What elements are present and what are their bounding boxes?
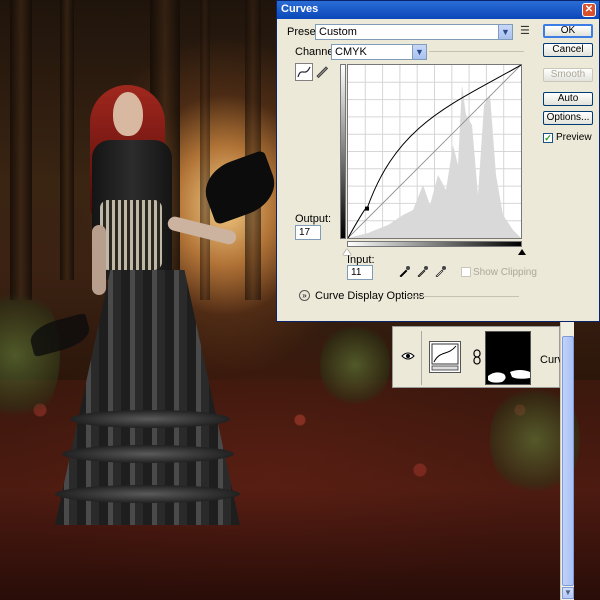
curves-adjustment-icon — [431, 343, 459, 371]
tree-trunk — [200, 0, 210, 300]
preset-select[interactable]: Custom ▼ — [315, 24, 513, 40]
scrollbar-thumb[interactable] — [562, 336, 574, 586]
chevron-down-icon: ▼ — [412, 45, 426, 59]
preview-checkbox[interactable]: ✓ — [543, 133, 553, 143]
scroll-down-arrow-icon[interactable]: ▼ — [562, 587, 574, 599]
raven — [197, 149, 283, 226]
smooth-button[interactable]: Smooth — [543, 68, 593, 82]
gray-point-eyedropper-icon[interactable] — [417, 265, 429, 280]
curve-tool-icon — [297, 66, 311, 78]
output-gradient-bar — [340, 64, 346, 239]
woman-face — [113, 92, 143, 136]
curves-adjustment-thumbnail[interactable] — [429, 341, 461, 373]
channel-select[interactable]: CMYK ▼ — [331, 44, 427, 60]
expand-chevron-icon[interactable]: » — [299, 290, 310, 301]
chain-link-icon[interactable] — [473, 349, 481, 365]
output-label: Output: — [295, 213, 332, 225]
layer-row[interactable]: Curv... — [392, 326, 572, 388]
dialog-titlebar[interactable]: Curves ✕ — [277, 1, 599, 19]
curve-control-point[interactable] — [365, 206, 370, 211]
pencil-tool-icon — [316, 66, 329, 79]
bush — [320, 320, 390, 410]
tree-trunk — [245, 0, 261, 300]
layer-mask-thumbnail[interactable] — [485, 331, 531, 385]
skirt-ruffle — [55, 485, 240, 503]
vertical-scrollbar[interactable]: ▼ — [560, 322, 574, 600]
corset — [100, 200, 162, 270]
options-divider — [407, 296, 519, 297]
channel-divider — [429, 51, 524, 52]
cancel-button[interactable]: Cancel — [543, 43, 593, 57]
curve-graph[interactable] — [347, 64, 522, 239]
woman-arm — [92, 225, 106, 295]
dialog-title: Curves — [281, 3, 319, 15]
ok-button[interactable]: OK — [543, 24, 593, 38]
curves-dialog: Curves ✕ Preset: Custom ▼ ☰ Channel: CMY… — [276, 0, 600, 322]
pencil-tool-button[interactable] — [314, 63, 332, 81]
input-field[interactable]: 11 — [347, 265, 373, 280]
curve-tool-button[interactable] — [295, 63, 313, 81]
auto-button[interactable]: Auto — [543, 92, 593, 106]
close-icon[interactable]: ✕ — [582, 3, 596, 17]
tree-trunk — [10, 0, 32, 300]
curve-graph-svg[interactable] — [347, 64, 522, 239]
preview-label: Preview — [556, 132, 592, 143]
white-point-eyedropper-icon[interactable] — [435, 265, 447, 280]
output-field[interactable]: 17 — [295, 225, 321, 240]
chevron-down-icon: ▼ — [498, 25, 512, 39]
preset-value: Custom — [319, 26, 357, 38]
channel-value: CMYK — [335, 46, 367, 58]
white-point-slider[interactable] — [518, 249, 526, 255]
show-clipping-checkbox[interactable] — [461, 267, 471, 277]
options-button[interactable]: Options... — [543, 111, 593, 125]
black-point-eyedropper-icon[interactable] — [399, 265, 411, 280]
input-gradient-bar — [347, 241, 522, 247]
skirt-ruffle — [70, 410, 230, 428]
skirt-ruffle — [62, 445, 234, 463]
layer-divider — [421, 331, 422, 385]
panel-menu-icon[interactable]: ☰ — [520, 24, 530, 37]
eye-icon[interactable] — [401, 351, 415, 361]
mask-shape — [488, 370, 530, 383]
show-clipping-label: Show Clipping — [473, 267, 537, 278]
tree-trunk — [60, 0, 74, 280]
